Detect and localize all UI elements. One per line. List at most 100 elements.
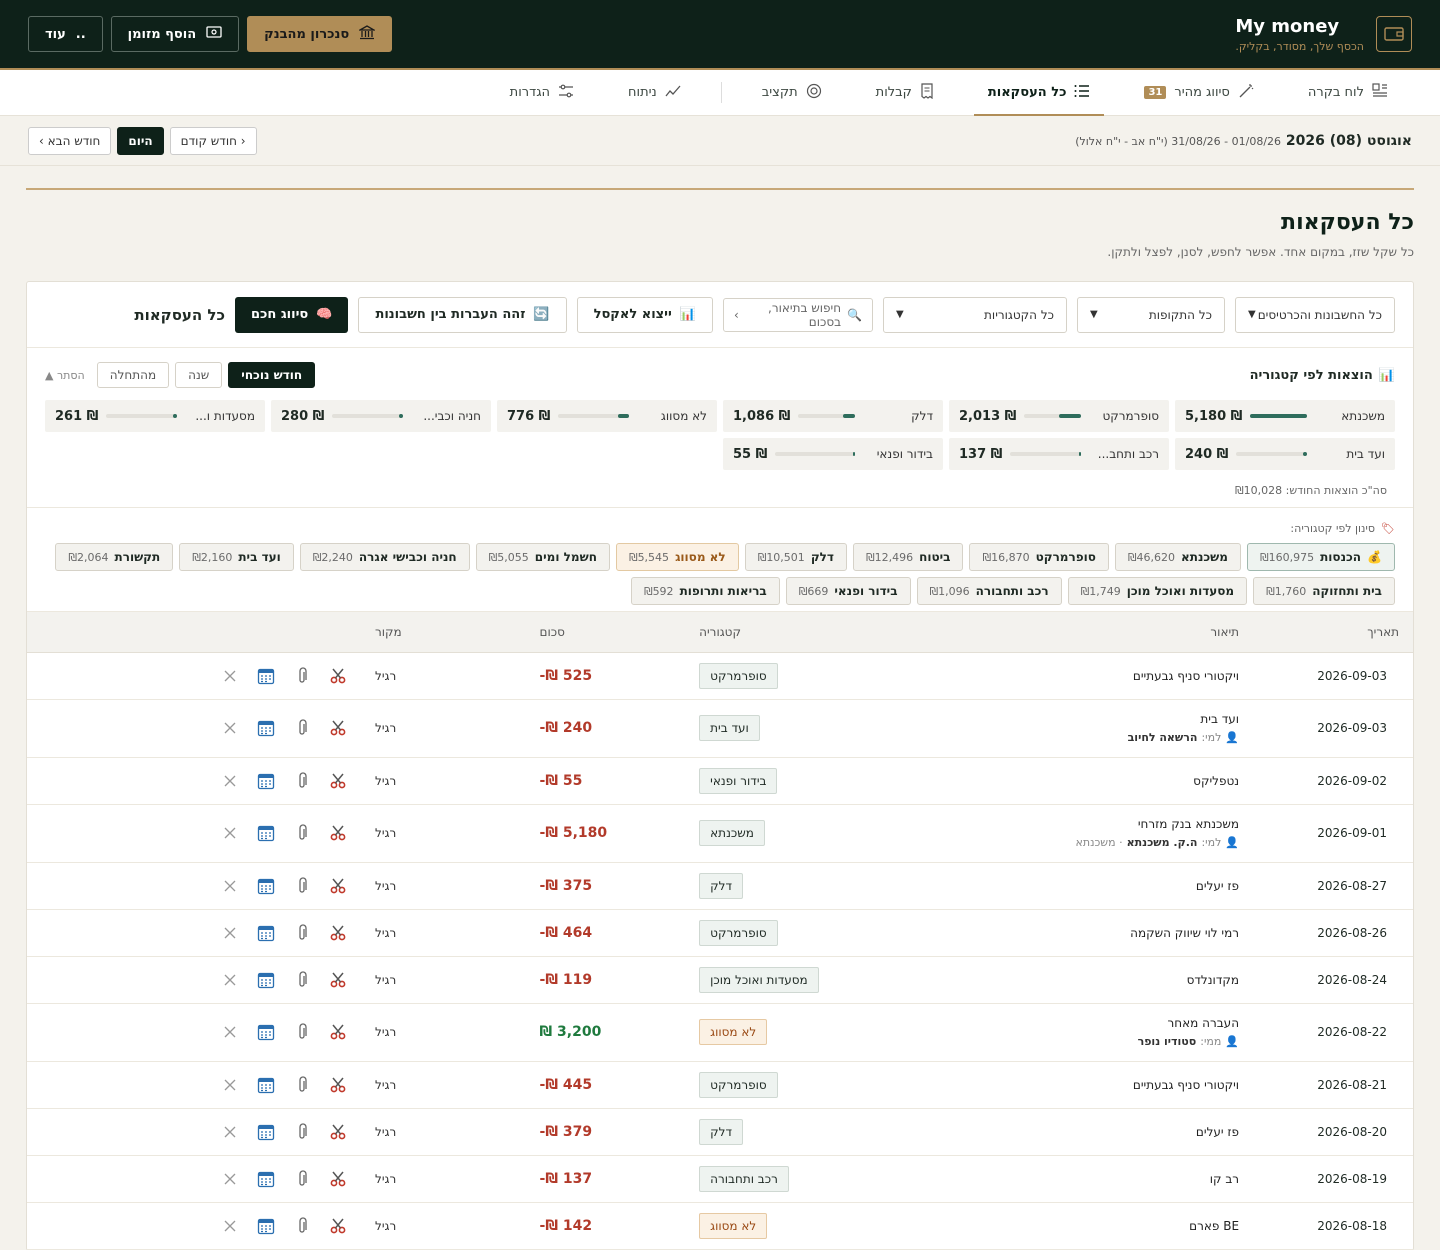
next-month-button[interactable]: ‹ חודש הבא <box>28 126 112 155</box>
split-icon[interactable] <box>329 1217 347 1235</box>
export-excel-button[interactable]: 📊 ייצוא לאקסל <box>576 296 713 333</box>
category-spend-item[interactable]: דלק ₪ 1,086 <box>723 400 943 432</box>
split-icon[interactable] <box>329 824 347 842</box>
table-row[interactable]: 2026-09-03 ועד בית 👤 למי: הרשאה לחיוב ועד בית… <box>27 699 1413 758</box>
attach-icon[interactable] <box>293 876 311 895</box>
split-icon[interactable] <box>329 667 347 685</box>
table-row[interactable]: 2026-08-19 רב קו רכב ותחבורה -₪ 137 רגיל <box>27 1155 1413 1203</box>
category-pill[interactable]: ועד בית <box>699 715 760 741</box>
search-input[interactable]: 🔍 חיפוש בתיאור, בסכום › <box>723 297 873 332</box>
delete-icon[interactable] <box>221 971 239 989</box>
category-pill[interactable]: דלק <box>699 1118 744 1145</box>
attach-icon[interactable] <box>293 923 311 942</box>
split-icon[interactable] <box>329 1076 347 1094</box>
table-row[interactable]: 2026-08-21 ויקטורי סניף גבעתיים סופרמרקט -₪… <box>27 1061 1413 1109</box>
category-chip[interactable]: תקשורת ₪2,064 <box>55 543 174 571</box>
delete-icon[interactable] <box>221 824 239 842</box>
calendar-icon[interactable] <box>257 1170 275 1188</box>
prev-month-button[interactable]: חודש קודם › <box>169 126 257 155</box>
calendar-icon[interactable] <box>257 971 275 989</box>
delete-icon[interactable] <box>221 772 239 790</box>
category-chip[interactable]: בריאות ותרופות ₪592 <box>630 577 780 605</box>
split-icon[interactable] <box>329 719 347 737</box>
calendar-icon[interactable] <box>257 719 275 737</box>
delete-icon[interactable] <box>221 1170 239 1188</box>
category-spend-item[interactable]: חניה וכבי... ₪ 280 <box>271 400 491 432</box>
add-cash-button[interactable]: הוסף מזומן <box>110 16 240 52</box>
col-date[interactable]: תאריך <box>1253 612 1413 653</box>
split-icon[interactable] <box>329 1123 347 1141</box>
table-row[interactable]: 2026-08-24 מקדונלדס מסעדות ואוכל מוכן -₪ 11… <box>27 956 1413 1004</box>
category-chip[interactable]: רכב ותחבורה ₪1,096 <box>916 577 1062 605</box>
delete-icon[interactable] <box>221 1217 239 1235</box>
tab-since-start[interactable]: מהתחלה <box>96 362 170 388</box>
category-spend-item[interactable]: לא מסווג ₪ 776 <box>497 400 717 432</box>
attach-icon[interactable] <box>293 970 311 989</box>
delete-icon[interactable] <box>221 1123 239 1141</box>
category-spend-item[interactable]: מסעדות ו... ₪ 261 <box>45 400 265 432</box>
attach-icon[interactable] <box>293 1023 311 1041</box>
category-spend-item[interactable]: ועד בית ₪ 240 <box>1175 438 1395 470</box>
calendar-icon[interactable] <box>257 1076 275 1094</box>
category-chip[interactable]: סופרמרקט ₪16,870 <box>969 543 1109 571</box>
category-chip[interactable]: מסעדות ואוכל מוכן ₪1,749 <box>1067 577 1248 605</box>
category-chip[interactable]: דלק ₪10,501 <box>744 543 847 571</box>
nav-analysis[interactable]: ניתוח <box>614 70 695 115</box>
delete-icon[interactable] <box>221 877 239 895</box>
attach-icon[interactable] <box>293 771 311 790</box>
category-select[interactable]: כל הקטגוריות ▼ <box>883 296 1067 333</box>
category-chip[interactable]: לא מסווג ₪5,545 <box>615 543 739 571</box>
tab-current-month[interactable]: חודש נוכחי <box>228 362 316 388</box>
table-row[interactable]: 2026-09-01 משכנתא בנק מזרחי 👤 למי: ה.ק. משכנ… <box>27 804 1413 863</box>
table-row[interactable]: 2026-08-22 העברה מאחר 👤 ממי: סטודיו נופר לא מ… <box>27 1003 1413 1062</box>
split-icon[interactable] <box>329 1023 347 1041</box>
category-pill[interactable]: דלק <box>699 872 744 899</box>
category-pill[interactable]: סופרמרקט <box>699 1071 778 1098</box>
category-chip[interactable]: 💰 הכנסות ₪160,975 <box>1246 543 1395 571</box>
category-chip[interactable]: ועד בית ₪2,160 <box>179 543 294 571</box>
category-chip[interactable]: ביטוח ₪12,496 <box>852 543 964 571</box>
category-spend-item[interactable]: רכב ותחב... ₪ 137 <box>949 438 1169 470</box>
category-chip[interactable]: בידור ופנאי ₪669 <box>785 577 911 605</box>
table-row[interactable]: 2026-08-27 פז יעלים דלק -₪ 375 רגיל <box>27 862 1413 910</box>
delete-icon[interactable] <box>221 719 239 737</box>
attach-icon[interactable] <box>293 719 311 737</box>
col-description[interactable]: תיאור <box>930 612 1254 653</box>
col-category[interactable]: קטגוריה <box>685 612 931 653</box>
nav-quick-classify[interactable]: סיווג מהיר 31 <box>1130 70 1267 115</box>
nav-all-transactions[interactable]: כל העסקאות <box>973 70 1105 116</box>
tab-year[interactable]: שנה <box>175 362 223 388</box>
col-amount[interactable]: סכום <box>525 612 686 653</box>
calendar-icon[interactable] <box>257 772 275 790</box>
table-row[interactable]: 2026-09-02 נטפליקס בידור ופנאי -₪ 55 רגיל <box>27 757 1413 805</box>
attach-icon[interactable] <box>293 1122 311 1141</box>
category-chip[interactable]: חניה וכבישי אגרה ₪2,240 <box>299 543 470 571</box>
category-pill[interactable]: סופרמרקט <box>699 919 778 946</box>
category-pill[interactable]: בידור ופנאי <box>699 767 778 794</box>
category-pill[interactable]: מסעדות ואוכל מוכן <box>699 966 819 993</box>
col-source[interactable]: מקור <box>361 612 526 653</box>
calendar-icon[interactable] <box>257 1123 275 1141</box>
attach-icon[interactable] <box>293 1075 311 1094</box>
delete-icon[interactable] <box>221 667 239 685</box>
category-pill[interactable]: לא מסווג <box>699 1212 768 1239</box>
table-row[interactable]: 2026-08-26 רמי לוי שיווק השקמה סופרמרקט -₪ … <box>27 909 1413 957</box>
calendar-icon[interactable] <box>257 667 275 685</box>
table-row[interactable]: 2026-08-18 BE פארם לא מסווג -₪ 142 רגיל <box>27 1202 1413 1250</box>
smart-classify-button[interactable]: 🧠 סיווג חכם <box>234 296 349 333</box>
nav-dashboard[interactable]: לוח בקרה <box>1294 70 1402 115</box>
today-button[interactable]: היום <box>117 126 164 155</box>
category-chip[interactable]: בית ותחזוקה ₪1,760 <box>1253 577 1395 605</box>
category-pill[interactable]: סופרמרקט <box>699 662 778 689</box>
calendar-icon[interactable] <box>257 1217 275 1235</box>
split-icon[interactable] <box>329 877 347 895</box>
split-icon[interactable] <box>329 1170 347 1188</box>
category-pill[interactable]: לא מסווג <box>699 1019 768 1045</box>
category-spend-item[interactable]: סופרמרקט ₪ 2,013 <box>949 400 1169 432</box>
brand[interactable]: My money הכסף שלך, מסודר, בקליק. <box>1235 16 1412 53</box>
table-row[interactable]: 2026-08-20 פז יעלים דלק -₪ 379 רגיל <box>27 1108 1413 1156</box>
detect-transfers-button[interactable]: 🔄 זהה העברות בין חשבונות <box>358 296 567 333</box>
nav-receipts[interactable]: קבלות <box>862 70 948 115</box>
hide-link[interactable]: ▲ הסתר <box>45 369 85 382</box>
delete-icon[interactable] <box>221 1023 239 1041</box>
